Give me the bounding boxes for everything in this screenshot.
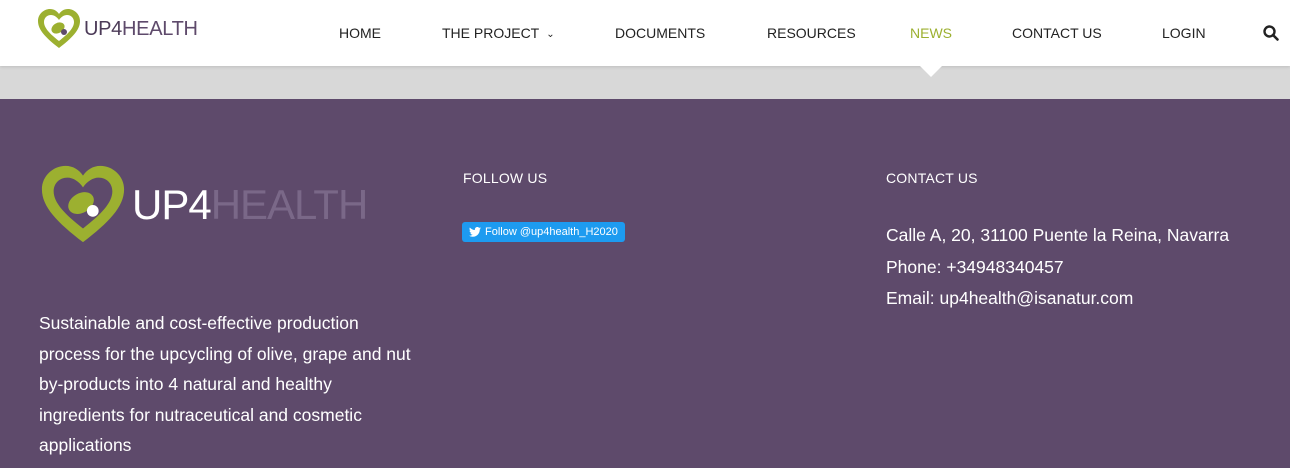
nav-contact-us[interactable]: CONTACT US [1012, 24, 1102, 42]
nav-login[interactable]: LOGIN [1162, 24, 1206, 42]
nav-resources[interactable]: RESOURCES [767, 24, 856, 42]
nav-news[interactable]: NEWS [910, 24, 952, 42]
site-logo[interactable]: UP4HEALTH [36, 8, 198, 50]
email-value[interactable]: up4health@isanatur.com [940, 288, 1134, 308]
chevron-down-icon: ⌄ [546, 29, 555, 40]
logo-wordmark: UP4HEALTH [84, 17, 198, 40]
nav-the-project[interactable]: THE PROJECT ⌄ [442, 24, 555, 42]
footer-logo: UP4HEALTH [38, 163, 368, 247]
contact-us-heading: CONTACT US [886, 170, 978, 186]
twitter-follow-label: Follow @up4health_H2020 [485, 226, 618, 238]
project-description: Sustainable and cost-effective productio… [39, 313, 411, 455]
nav-documents[interactable]: DOCUMENTS [615, 24, 705, 42]
phone-value: +34948340457 [946, 257, 1064, 277]
heart-logo-icon [38, 9, 80, 48]
twitter-bird-icon [469, 227, 481, 237]
nav-the-project-label: THE PROJECT [442, 25, 540, 41]
contact-address: Calle A, 20, 31100 Puente la Reina, Nava… [886, 225, 1230, 245]
contact-email: Email: up4health@isanatur.com [886, 288, 1133, 309]
site-footer: UP4HEALTH Sustainable and cost-effective… [0, 99, 1290, 468]
search-icon[interactable] [1262, 24, 1280, 42]
heart-logo-icon [41, 165, 125, 243]
follow-us-heading: FOLLOW US [463, 170, 548, 186]
nav-home[interactable]: HOME [339, 24, 381, 42]
twitter-follow-button[interactable]: Follow @up4health_H2020 [462, 222, 625, 242]
phone-label: Phone: [886, 257, 942, 277]
content-band [0, 66, 1290, 99]
active-nav-pointer [920, 66, 942, 77]
email-label: Email: [886, 288, 935, 308]
contact-phone: Phone: +34948340457 [886, 257, 1064, 278]
site-header: UP4HEALTH HOME THE PROJECT ⌄ DOCUMENTS RE… [0, 0, 1290, 66]
footer-logo-wordmark: UP4HEALTH [132, 181, 368, 228]
